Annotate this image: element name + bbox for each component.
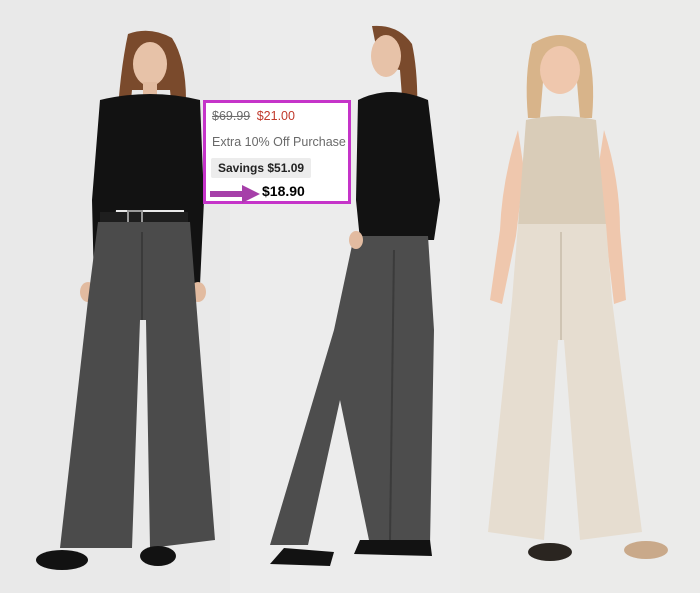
savings-badge: Savings $51.09 bbox=[211, 158, 312, 178]
price-callout: $69.99 $21.00 Extra 10% Off Purchase Sav… bbox=[203, 100, 351, 204]
sale-price: $21.00 bbox=[256, 109, 295, 123]
promo-text: Extra 10% Off Purchase bbox=[212, 135, 346, 149]
arrow-right-icon bbox=[210, 184, 260, 209]
model-photo-front-white-jeans bbox=[460, 0, 700, 593]
model-photo-side-grey-jeans bbox=[230, 0, 460, 593]
price-line: $69.99 $21.00 bbox=[212, 109, 295, 123]
original-price: $69.99 bbox=[212, 109, 251, 123]
final-price: $18.90 bbox=[262, 183, 305, 199]
model-photo-front-grey-jeans bbox=[0, 0, 230, 593]
